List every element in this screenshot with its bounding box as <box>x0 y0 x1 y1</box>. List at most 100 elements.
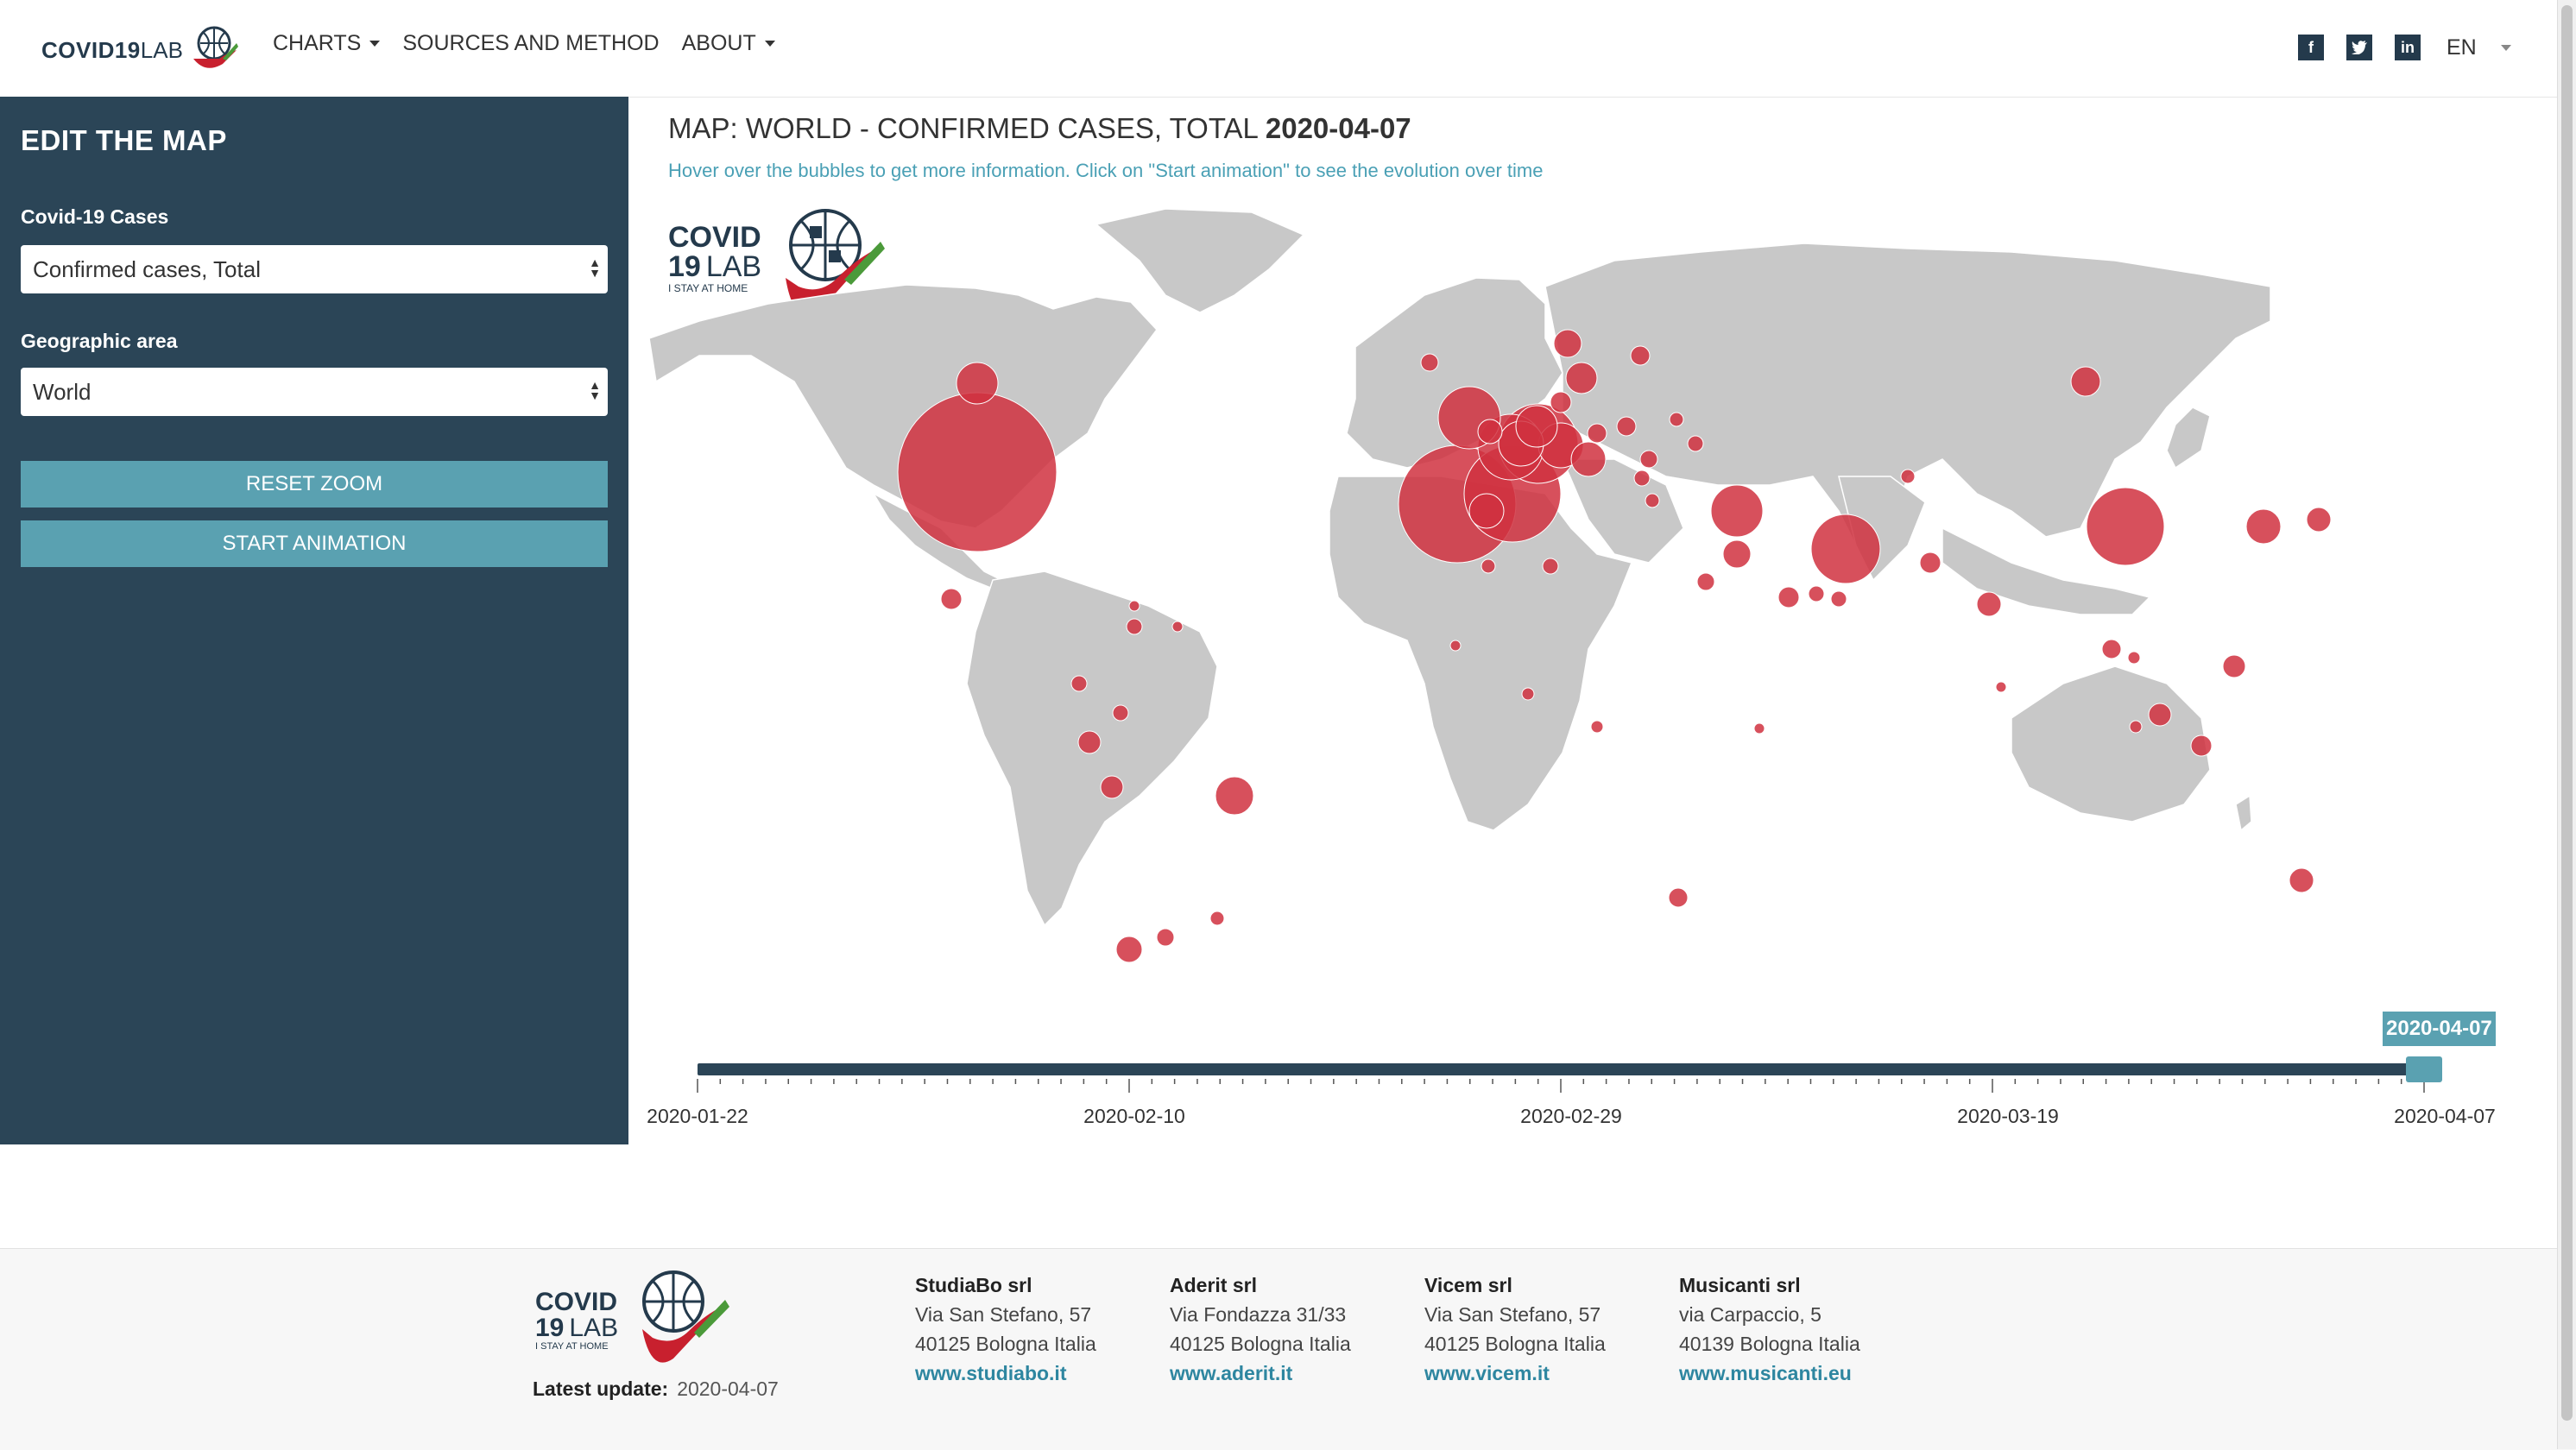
latest-update-value: 2020-04-07 <box>677 1378 779 1400</box>
bubble-singapore[interactable] <box>2129 720 2143 734</box>
timeline-ticks <box>697 1079 2425 1093</box>
bubble-finland[interactable] <box>1630 345 1651 366</box>
bubble-sri-lanka[interactable] <box>1995 681 2007 693</box>
bubble-uae[interactable] <box>1830 590 1847 608</box>
bubble-china[interactable] <box>2086 487 2165 566</box>
bubble-thailand[interactable] <box>2101 639 2122 659</box>
bubble-iran[interactable] <box>1810 514 1881 584</box>
bubble-south-africa[interactable] <box>1668 887 1689 908</box>
bubble-colombia[interactable] <box>1112 704 1129 722</box>
bubble-greece[interactable] <box>1645 493 1660 508</box>
bubble-czechia[interactable] <box>1587 423 1607 444</box>
nav-about[interactable]: ABOUT <box>682 31 775 56</box>
start-animation-button[interactable]: START ANIMATION <box>21 520 608 567</box>
bubble-saudi[interactable] <box>1777 586 1800 608</box>
timeline-handle[interactable] <box>2406 1056 2442 1082</box>
bubble-kenya[interactable] <box>1753 722 1765 734</box>
globe-hand-icon <box>193 26 238 68</box>
bubble-denmark[interactable] <box>1550 391 1572 413</box>
bubble-peru[interactable] <box>1100 775 1124 799</box>
cases-select[interactable]: Confirmed cases, Total ▲ ▼ <box>21 245 608 293</box>
bubble-usa[interactable] <box>897 392 1058 552</box>
bubble-austria[interactable] <box>1570 441 1607 477</box>
bubble-romania[interactable] <box>1639 450 1658 469</box>
bubble-mexico[interactable] <box>940 588 963 610</box>
bubble-kazakhstan[interactable] <box>1900 469 1916 484</box>
bubble-portugal[interactable] <box>1468 493 1505 529</box>
reset-zoom-button[interactable]: RESET ZOOM <box>21 461 608 508</box>
timeline-track[interactable] <box>698 1063 2424 1075</box>
company-city: 40139 Bologna Italia <box>1679 1333 1860 1355</box>
bubble-belarus[interactable] <box>1669 412 1684 427</box>
brand-logo-bold: COVID19 <box>41 36 141 63</box>
nav-charts[interactable]: CHARTS <box>273 31 381 56</box>
map-logo-lab: LAB <box>706 250 761 283</box>
bubble-norway[interactable] <box>1553 329 1582 358</box>
bubble-serbia[interactable] <box>1633 470 1651 487</box>
bubble-argentina[interactable] <box>1156 928 1175 947</box>
bubble-ukraine[interactable] <box>1687 435 1704 452</box>
bubble-ireland[interactable] <box>1477 419 1503 444</box>
nav-charts-label: CHARTS <box>273 31 362 55</box>
bubble-egypt[interactable] <box>1696 572 1715 591</box>
scrollbar-thumb[interactable] <box>2561 5 2573 1421</box>
page-scrollbar[interactable] <box>2557 0 2576 1449</box>
bubble-sweden[interactable] <box>1565 362 1598 394</box>
bubble-vietnam[interactable] <box>2127 651 2141 665</box>
bubble-canada[interactable] <box>956 362 999 405</box>
nav-sources-and-method[interactable]: SOURCES AND METHOD <box>402 31 659 56</box>
world-bubble-map[interactable]: COVID 19 LAB I STAY AT HOME <box>647 200 2503 1012</box>
bubble-senegal[interactable] <box>1449 640 1462 652</box>
bubble-russia[interactable] <box>2070 366 2101 397</box>
twitter-icon[interactable] <box>2346 35 2372 60</box>
bubble-poland[interactable] <box>1616 416 1637 437</box>
bubble-pakistan[interactable] <box>1919 552 1941 574</box>
facebook-icon[interactable]: f <box>2298 35 2324 60</box>
bubble-brazil[interactable] <box>1215 776 1254 816</box>
bubble-panama[interactable] <box>1070 675 1088 692</box>
linkedin-icon[interactable]: in <box>2395 35 2421 60</box>
bubble-malaysia[interactable] <box>2148 703 2172 727</box>
chevron-down-icon <box>764 41 775 47</box>
bubble-philippines[interactable] <box>2222 654 2246 678</box>
main-nav: CHARTS SOURCES AND METHOD ABOUT <box>273 31 798 56</box>
bubble-algeria[interactable] <box>1542 558 1559 575</box>
company-website-link[interactable]: www.vicem.it <box>1424 1359 1606 1388</box>
company-website-link[interactable]: www.musicanti.eu <box>1679 1359 1860 1388</box>
brand-logo[interactable]: COVID19 LAB <box>41 24 240 76</box>
bubble-qatar[interactable] <box>1808 585 1825 602</box>
bubble-australia[interactable] <box>2289 867 2314 893</box>
land-masses <box>648 208 2271 927</box>
bubble-netherlands[interactable] <box>1515 405 1558 448</box>
bubble-korea[interactable] <box>2245 508 2282 545</box>
bubble-chile[interactable] <box>1115 936 1143 963</box>
company-musicanti: Musicanti srl via Carpaccio, 5 40139 Bol… <box>1679 1270 1860 1388</box>
bubble-japan[interactable] <box>2306 507 2332 533</box>
footer-logo: COVID 19 LAB I STAY AT HOME <box>535 1270 729 1363</box>
tick-label: 2020-02-10 <box>1083 1105 1185 1127</box>
bubble-indonesia[interactable] <box>2190 734 2213 757</box>
bubble-puerto-rico[interactable] <box>1171 621 1184 633</box>
map-title-date: 2020-04-07 <box>1265 112 1411 144</box>
edit-map-sidebar: EDIT THE MAP Covid-19 Cases Confirmed ca… <box>0 97 628 1144</box>
company-website-link[interactable]: www.studiabo.it <box>915 1359 1096 1388</box>
area-select[interactable]: World ▲ ▼ <box>21 368 608 416</box>
bubble-israel[interactable] <box>1722 539 1752 569</box>
nav-sources-label: SOURCES AND METHOD <box>402 31 660 55</box>
bubble-uruguay[interactable] <box>1209 911 1225 926</box>
bubble-dominican[interactable] <box>1126 618 1143 635</box>
bubble-turkey[interactable] <box>1710 484 1764 538</box>
bubble-cameroon[interactable] <box>1590 720 1604 734</box>
company-address: Via Fondazza 31/33 <box>1170 1303 1347 1326</box>
bubble-ecuador[interactable] <box>1077 730 1102 754</box>
bubble-india[interactable] <box>1976 591 2002 617</box>
bubble-morocco[interactable] <box>1481 558 1496 574</box>
timeline-slider[interactable] <box>630 1055 2486 1106</box>
company-website-link[interactable]: www.aderit.it <box>1170 1359 1351 1388</box>
map-subtitle: Hover over the bubbles to get more infor… <box>668 160 1544 181</box>
bubble-cuba[interactable] <box>1128 600 1140 612</box>
bubble-ivory-coast[interactable] <box>1521 687 1535 701</box>
language-select[interactable]: EN <box>2447 26 2524 69</box>
map-logo-19: 19 <box>668 250 701 283</box>
bubble-iceland[interactable] <box>1420 353 1439 372</box>
